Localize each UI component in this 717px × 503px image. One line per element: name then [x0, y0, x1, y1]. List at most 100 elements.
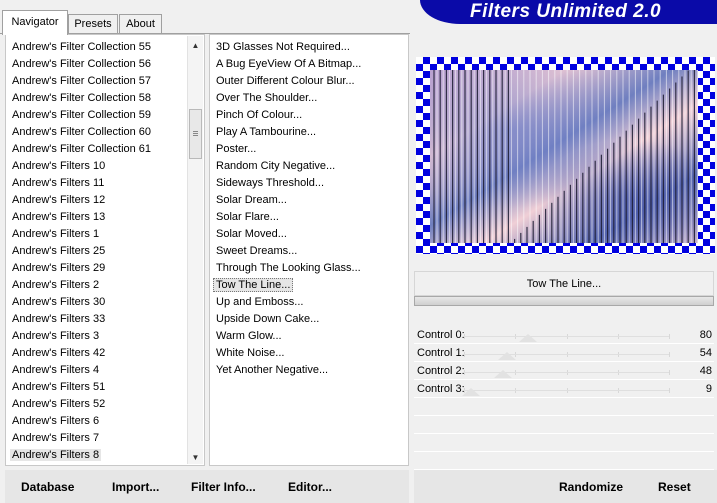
category-item[interactable]: Andrew's Filter Collection 57: [12, 73, 204, 90]
category-item[interactable]: Andrew's Filters 8: [10, 447, 204, 464]
category-item[interactable]: Andrew's Filter Collection 58: [12, 90, 204, 107]
filter-item[interactable]: Upside Down Cake...: [216, 311, 408, 328]
category-item-label: Andrew's Filter Collection 56: [12, 58, 152, 70]
category-item[interactable]: Andrew's Filters 3: [12, 328, 204, 345]
filter-item[interactable]: White Noise...: [216, 345, 408, 362]
control-slider-thumb[interactable]: [493, 370, 512, 378]
category-item-label: Andrew's Filters 6: [12, 415, 100, 427]
import-button[interactable]: Import...: [112, 480, 159, 494]
filter-item[interactable]: 3D Glasses Not Required...: [216, 39, 408, 56]
category-item[interactable]: Andrew's Filters 13: [12, 209, 204, 226]
filter-item[interactable]: Outer Different Colour Blur...: [216, 73, 408, 90]
scrollbar-thumb[interactable]: [189, 109, 202, 159]
control-row-empty: [414, 452, 714, 470]
filter-item[interactable]: A Bug EyeView Of A Bitmap...: [216, 56, 408, 73]
filter-item[interactable]: Yet Another Negative...: [216, 362, 408, 379]
category-item-label: Andrew's Filter Collection 61: [12, 143, 152, 155]
control-row-empty: [414, 416, 714, 434]
category-item[interactable]: Andrew's Filters 42: [12, 345, 204, 362]
tab-about[interactable]: About: [119, 14, 162, 34]
filter-list-pane: 3D Glasses Not Required... A Bug EyeView …: [209, 34, 409, 466]
filter-item-label: A Bug EyeView Of A Bitmap...: [216, 58, 362, 70]
current-filter-name: Tow The Line...: [414, 271, 714, 296]
filter-item-label: Tow The Line...: [213, 278, 294, 292]
control-slider-thumb[interactable]: [498, 352, 517, 360]
category-item[interactable]: Andrew's Filters 9: [12, 464, 204, 465]
control-label: Control 0:: [417, 329, 465, 341]
filter-item[interactable]: Through The Looking Glass...: [216, 260, 408, 277]
filter-item-label: Solar Dream...: [216, 194, 287, 206]
reset-button[interactable]: Reset: [658, 480, 691, 494]
tab-navigator[interactable]: Navigator: [2, 10, 68, 35]
category-item[interactable]: Andrew's Filters 52: [12, 396, 204, 413]
category-item-label: Andrew's Filter Collection 60: [12, 126, 152, 138]
category-item[interactable]: Andrew's Filters 10: [12, 158, 204, 175]
category-item[interactable]: Andrew's Filters 12: [12, 192, 204, 209]
filter-item-label: Random City Negative...: [216, 160, 336, 172]
category-item[interactable]: Andrew's Filters 11: [12, 175, 204, 192]
category-item[interactable]: Andrew's Filters 2: [12, 277, 204, 294]
control-value: 80: [699, 329, 712, 341]
control-slider-track[interactable]: [464, 354, 669, 355]
filter-item-label: Through The Looking Glass...: [216, 262, 361, 274]
category-item-label: Andrew's Filter Collection 59: [12, 109, 152, 121]
category-item[interactable]: Andrew's Filters 33: [12, 311, 204, 328]
editor-button[interactable]: Editor...: [288, 480, 332, 494]
filter-item-label: Sweet Dreams...: [216, 245, 298, 257]
filter-item[interactable]: Solar Dream...: [216, 192, 408, 209]
category-item-label: Andrew's Filters 12: [12, 194, 106, 206]
progress-bar: [414, 296, 714, 306]
filter-item[interactable]: Pinch Of Colour...: [216, 107, 408, 124]
control-slider-track[interactable]: [464, 390, 669, 391]
database-button[interactable]: Database: [21, 480, 74, 494]
category-item-label: Andrew's Filters 29: [12, 262, 106, 274]
filter-item-label: Pinch Of Colour...: [216, 109, 303, 121]
filter-item[interactable]: Poster...: [216, 141, 408, 158]
category-item-label: Andrew's Filters 3: [12, 330, 100, 342]
randomize-button[interactable]: Randomize: [559, 480, 623, 494]
category-item[interactable]: Andrew's Filters 4: [12, 362, 204, 379]
category-item-label: Andrew's Filter Collection 58: [12, 92, 152, 104]
category-item[interactable]: Andrew's Filter Collection 55: [12, 39, 204, 56]
category-item[interactable]: Andrew's Filters 29: [12, 260, 204, 277]
category-item[interactable]: Andrew's Filters 7: [12, 430, 204, 447]
category-item[interactable]: Andrew's Filters 51: [12, 379, 204, 396]
category-list-pane: Andrew's Filter Collection 55 Andrew's Fi…: [5, 34, 205, 466]
slider-tick: [669, 370, 670, 375]
category-item-label: Andrew's Filters 11: [12, 177, 105, 189]
category-item[interactable]: Andrew's Filters 30: [12, 294, 204, 311]
filter-item-label: White Noise...: [216, 347, 285, 359]
filter-item[interactable]: Solar Flare...: [216, 209, 408, 226]
category-item[interactable]: Andrew's Filter Collection 59: [12, 107, 204, 124]
filter-item[interactable]: Up and Emboss...: [216, 294, 408, 311]
category-item[interactable]: Andrew's Filter Collection 60: [12, 124, 204, 141]
filter-item[interactable]: Tow The Line...: [213, 277, 408, 294]
category-item-label: Andrew's Filters 25: [12, 245, 106, 257]
category-item[interactable]: Andrew's Filters 6: [12, 413, 204, 430]
filter-item[interactable]: Sideways Threshold...: [216, 175, 408, 192]
tab-presets[interactable]: Presets: [68, 14, 118, 34]
filter-item[interactable]: Solar Moved...: [216, 226, 408, 243]
category-scrollbar[interactable]: ▲ ▼: [187, 36, 203, 464]
category-list: Andrew's Filter Collection 55 Andrew's Fi…: [6, 35, 204, 465]
category-item[interactable]: Andrew's Filters 1: [12, 226, 204, 243]
down-arrow-icon[interactable]: ▼: [188, 450, 203, 465]
control-value: 48: [699, 365, 712, 377]
filter-info-button[interactable]: Filter Info...: [191, 480, 256, 494]
filter-item[interactable]: Sweet Dreams...: [216, 243, 408, 260]
control-slider-track[interactable]: [464, 336, 669, 337]
category-item[interactable]: Andrew's Filter Collection 56: [12, 56, 204, 73]
filter-item[interactable]: Play A Tambourine...: [216, 124, 408, 141]
control-slider-thumb[interactable]: [462, 388, 481, 396]
control-slider-thumb[interactable]: [519, 334, 538, 342]
filter-item-label: Yet Another Negative...: [216, 364, 329, 376]
filter-item-label: Warm Glow...: [216, 330, 282, 342]
up-arrow-icon[interactable]: ▲: [188, 38, 203, 53]
filter-item[interactable]: Over The Shoulder...: [216, 90, 408, 107]
category-item[interactable]: Andrew's Filters 25: [12, 243, 204, 260]
category-item-label: Andrew's Filters 52: [12, 398, 106, 410]
filter-item[interactable]: Warm Glow...: [216, 328, 408, 345]
filter-item-label: Solar Flare...: [216, 211, 279, 223]
filter-item[interactable]: Random City Negative...: [216, 158, 408, 175]
category-item[interactable]: Andrew's Filter Collection 61: [12, 141, 204, 158]
